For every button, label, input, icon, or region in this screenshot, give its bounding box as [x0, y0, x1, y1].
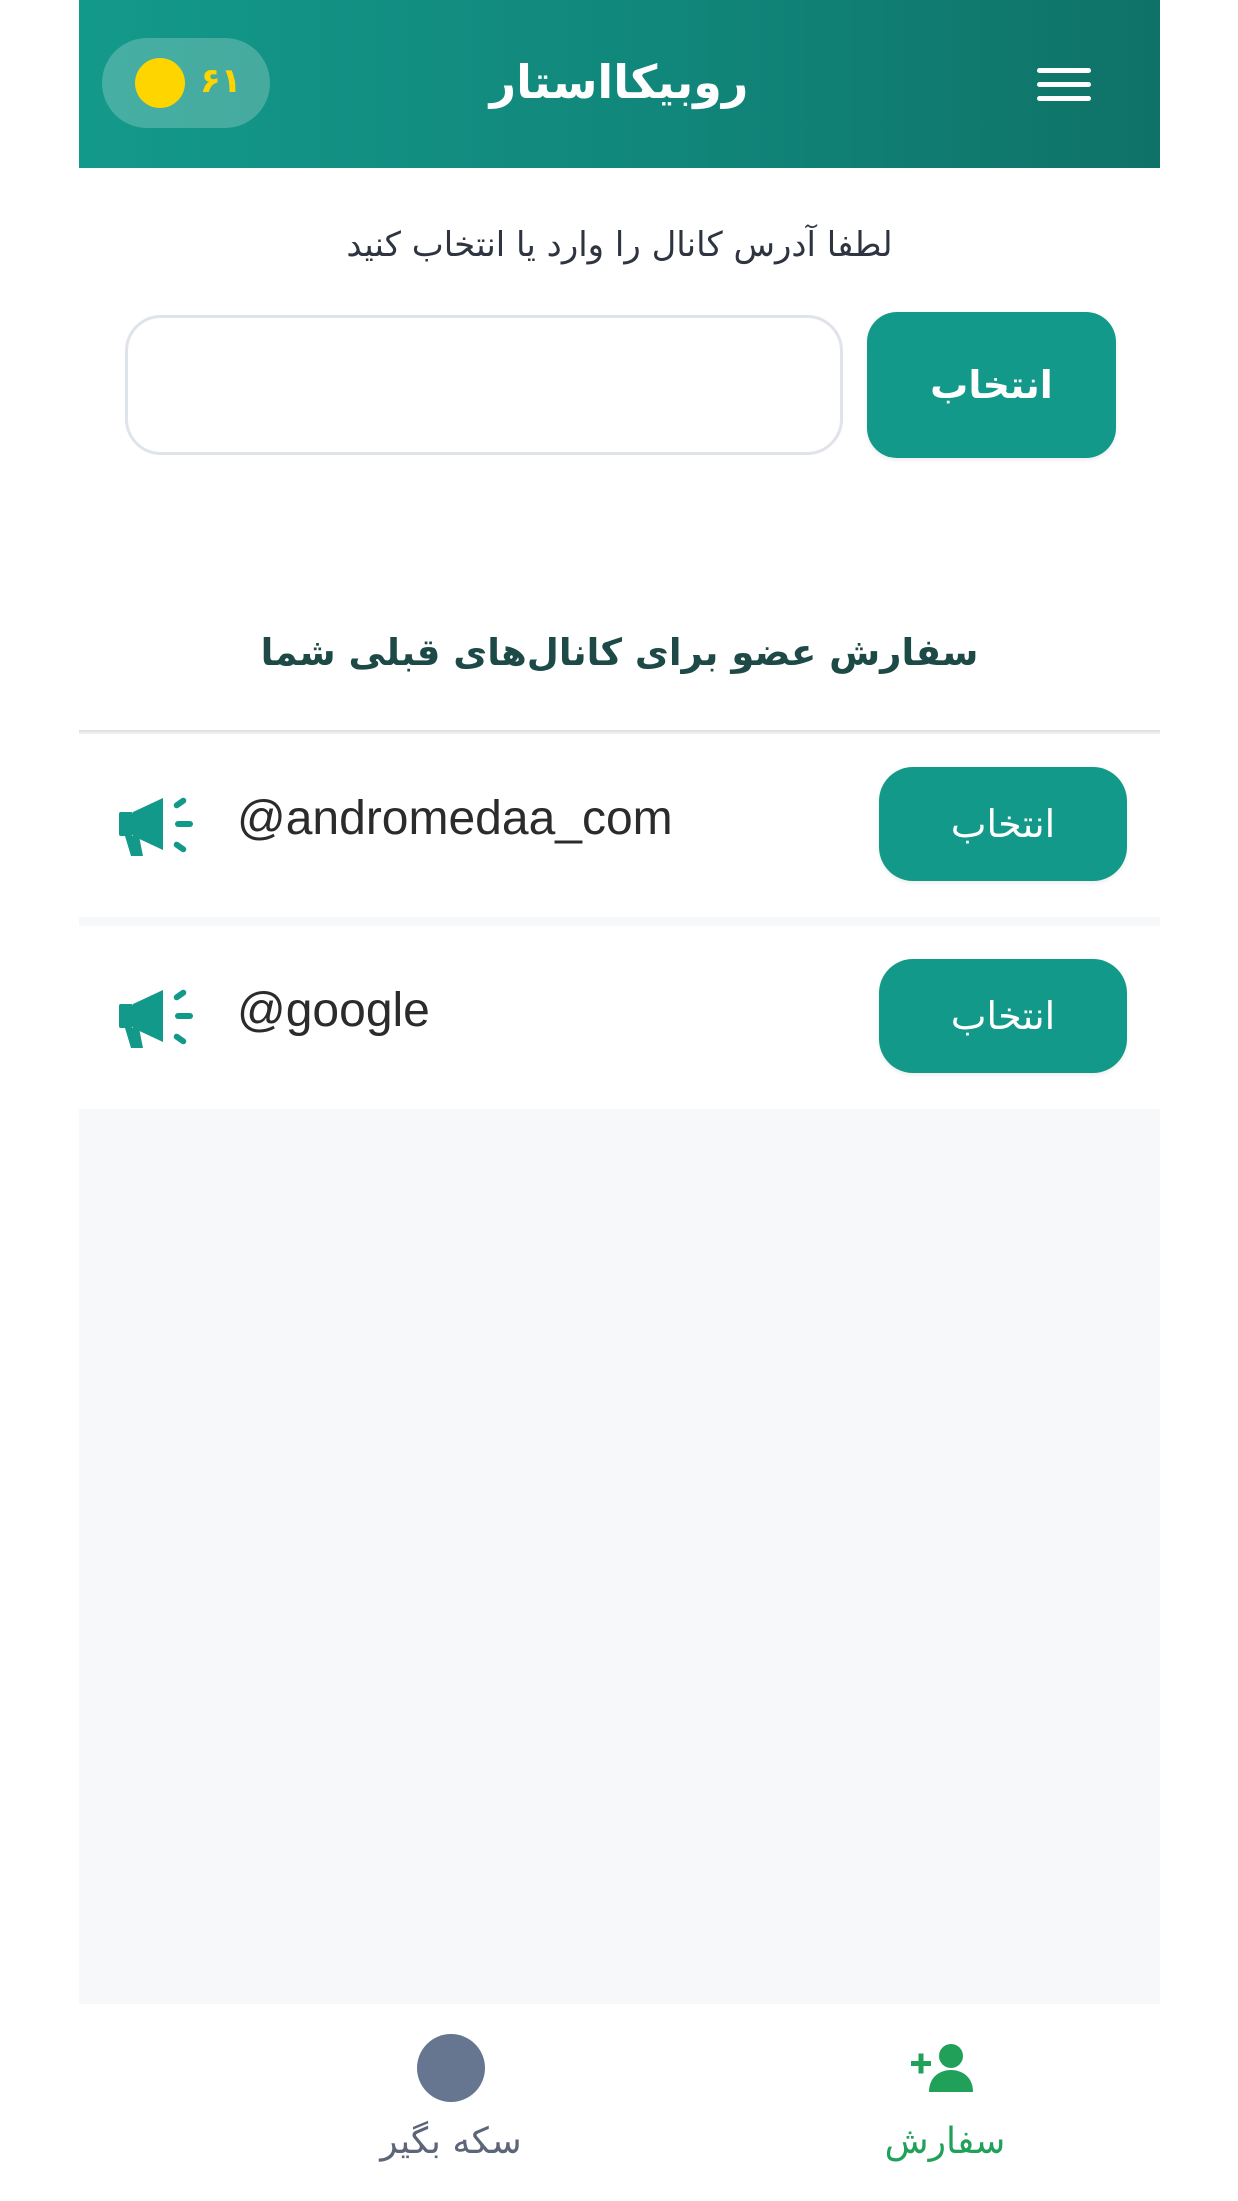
channel-name: @andromedaa_com — [237, 792, 673, 845]
add-user-icon — [911, 2044, 973, 2092]
select-channel-google-button[interactable]: انتخاب — [879, 959, 1127, 1073]
nav-get-coins-label: سکه بگیر — [380, 2121, 522, 2162]
channel-list: @andromedaa_com انتخاب @google انتخاب — [79, 734, 1160, 2004]
bottom-nav: سکه بگیر سفارش — [79, 2004, 1160, 2201]
megaphone-icon — [119, 989, 193, 1048]
channel-prompt: لطفا آدرس کانال را وارد یا انتخاب کنید — [346, 225, 893, 265]
nav-order-label: سفارش — [884, 2121, 1006, 2162]
channel-row: @google انتخاب — [79, 926, 1160, 1109]
channel-row: @andromedaa_com انتخاب — [79, 734, 1160, 917]
app-title: روبیکااستار — [489, 55, 749, 109]
select-channel-andromedaa-button[interactable]: انتخاب — [879, 767, 1127, 881]
app-frame: ۶۱ روبیکااستار لطفا آدرس کانال را وارد ی… — [79, 0, 1160, 2201]
megaphone-icon — [119, 797, 193, 856]
nav-order[interactable]: سفارش — [795, 2004, 1095, 2201]
channel-name: @google — [237, 984, 430, 1037]
hamburger-menu-icon[interactable] — [1037, 62, 1093, 106]
select-channel-button[interactable]: انتخاب — [867, 312, 1116, 458]
channel-address-input[interactable] — [125, 315, 843, 455]
coin-count: ۶۱ — [200, 61, 242, 101]
coin-balance[interactable]: ۶۱ — [102, 38, 270, 128]
coin-icon — [135, 58, 185, 108]
app-header: ۶۱ روبیکااستار — [79, 0, 1160, 168]
nav-get-coins[interactable]: سکه بگیر — [301, 2004, 601, 2201]
coin-icon — [417, 2034, 485, 2102]
previous-channels-title: سفارش عضو برای کانال‌های قبلی شما — [260, 631, 979, 674]
